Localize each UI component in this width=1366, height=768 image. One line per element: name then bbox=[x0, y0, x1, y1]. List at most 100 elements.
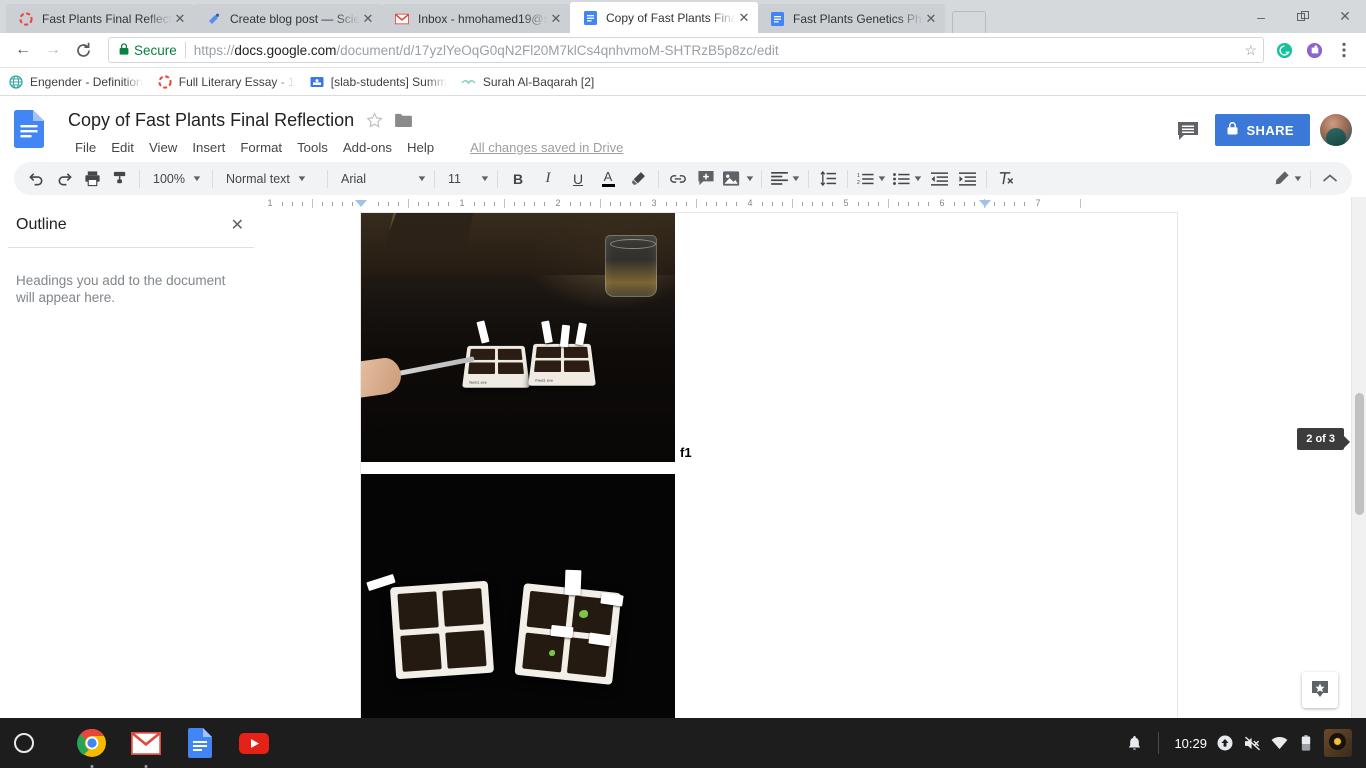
docs-header-actions: SHARE bbox=[1171, 106, 1352, 162]
minimize-button[interactable]: – bbox=[1240, 0, 1282, 33]
glass-of-liquid bbox=[605, 235, 657, 297]
scrollbar-thumb[interactable] bbox=[1355, 393, 1364, 515]
chevron-down-icon: ▼ bbox=[876, 174, 887, 183]
save-status[interactable]: All changes saved in Drive bbox=[470, 140, 623, 155]
extension-puzzle-icon[interactable] bbox=[1300, 36, 1328, 64]
bookmark-full-literary-essay[interactable]: Full Literary Essay - 1 bbox=[157, 74, 295, 90]
underline-button[interactable]: U bbox=[563, 166, 593, 192]
menu-edit[interactable]: Edit bbox=[104, 138, 141, 157]
google-docs-icon bbox=[188, 728, 212, 758]
vertical-scrollbar[interactable] bbox=[1351, 197, 1366, 718]
comment-icon[interactable] bbox=[1171, 114, 1205, 148]
explore-button[interactable] bbox=[1302, 672, 1338, 708]
bookmark-surah-al-baqarah[interactable]: Surah Al-Baqarah [2] bbox=[461, 74, 594, 90]
site-security-chip[interactable]: Secure bbox=[119, 43, 177, 58]
bookmark-slab-students[interactable]: [slab-students] Summ bbox=[309, 74, 447, 90]
paragraph-style-selector[interactable]: Normal text ▼ bbox=[218, 166, 322, 192]
move-to-folder-icon[interactable] bbox=[395, 113, 412, 127]
font-size-selector[interactable]: 11 ▼ bbox=[440, 166, 492, 192]
browser-tab-2[interactable]: Inbox - hmohamed19@s ✕ bbox=[382, 4, 570, 33]
line-spacing-icon[interactable] bbox=[814, 166, 842, 192]
left-indent-marker[interactable] bbox=[355, 200, 367, 207]
menu-file[interactable]: File bbox=[68, 138, 103, 157]
add-comment-icon[interactable] bbox=[692, 166, 720, 192]
launcher-circle-icon[interactable] bbox=[14, 733, 34, 753]
highlight-pen-icon[interactable] bbox=[623, 166, 653, 192]
menu-insert[interactable]: Insert bbox=[185, 138, 232, 157]
tab-close-icon[interactable]: ✕ bbox=[360, 11, 376, 27]
bulleted-list-icon[interactable]: ▼ bbox=[889, 166, 925, 192]
share-button[interactable]: SHARE bbox=[1215, 114, 1310, 146]
tab-close-icon[interactable]: ✕ bbox=[548, 11, 564, 27]
insert-image-icon[interactable]: ▼ bbox=[720, 166, 756, 192]
browser-tab-3-active[interactable]: Copy of Fast Plants Fina ✕ bbox=[570, 2, 758, 33]
paint-format-icon[interactable] bbox=[106, 166, 134, 192]
new-tab-button[interactable] bbox=[952, 11, 986, 33]
shelf-app-gmail[interactable] bbox=[130, 727, 162, 759]
horizontal-ruler[interactable]: 1 1 2 bbox=[262, 197, 1348, 213]
address-bar[interactable]: Secure https://docs.google.com/document/… bbox=[108, 37, 1264, 63]
browser-tab-0[interactable]: Fast Plants Final Reflecti ✕ bbox=[6, 4, 194, 33]
close-button[interactable]: ✕ bbox=[1324, 0, 1366, 33]
loading-spinner-icon bbox=[157, 74, 173, 90]
user-avatar-thumbnail[interactable] bbox=[1324, 729, 1352, 757]
text-color-button[interactable]: A bbox=[593, 166, 623, 192]
shelf-app-youtube[interactable] bbox=[238, 727, 270, 759]
shelf-app-docs[interactable] bbox=[184, 727, 216, 759]
maximize-button[interactable] bbox=[1282, 0, 1324, 33]
menu-add-ons[interactable]: Add-ons bbox=[336, 138, 399, 157]
print-icon[interactable] bbox=[78, 166, 106, 192]
shelf-app-chrome[interactable] bbox=[76, 727, 108, 759]
chrome-menu-icon[interactable] bbox=[1330, 36, 1358, 64]
font-selector[interactable]: Arial ▼ bbox=[333, 166, 429, 192]
clear-formatting-icon[interactable] bbox=[992, 166, 1020, 192]
cloud-upload-icon[interactable] bbox=[1216, 734, 1234, 752]
tab-close-icon[interactable]: ✕ bbox=[736, 10, 752, 26]
collapse-chevron-icon[interactable] bbox=[1316, 166, 1344, 192]
right-indent-marker[interactable] bbox=[979, 200, 991, 207]
google-docs-logo-icon[interactable] bbox=[14, 106, 54, 162]
grammarly-extension-icon[interactable] bbox=[1270, 36, 1298, 64]
italic-button[interactable]: I bbox=[533, 166, 563, 192]
browser-tab-1[interactable]: Create blog post — Scien ✕ bbox=[194, 4, 382, 33]
clock[interactable]: 10:29 bbox=[1174, 736, 1207, 751]
battery-icon[interactable] bbox=[1297, 734, 1315, 752]
zoom-selector[interactable]: 100% ▼ bbox=[145, 166, 207, 192]
avatar[interactable] bbox=[1320, 114, 1352, 146]
editing-pencil-icon[interactable]: ▼ bbox=[1269, 166, 1305, 192]
bookmark-engender[interactable]: Engender - Definition bbox=[8, 74, 143, 90]
bell-icon[interactable] bbox=[1125, 734, 1143, 752]
volume-muted-icon[interactable] bbox=[1243, 734, 1261, 752]
menu-format[interactable]: Format bbox=[233, 138, 289, 157]
ruler-number: 6 bbox=[939, 198, 944, 208]
redo-icon[interactable] bbox=[50, 166, 78, 192]
insert-link-icon[interactable] bbox=[664, 166, 692, 192]
tab-close-icon[interactable]: ✕ bbox=[172, 11, 188, 27]
decrease-indent-icon[interactable] bbox=[925, 166, 953, 192]
forward-button[interactable]: → bbox=[38, 35, 68, 65]
menu-view[interactable]: View bbox=[142, 138, 184, 157]
reload-button[interactable] bbox=[68, 35, 98, 65]
bookmark-label: Full Literary Essay - 1 bbox=[179, 75, 295, 89]
star-outline-icon[interactable] bbox=[366, 112, 383, 129]
document-image-1[interactable]: Neb1 ere Fwd1 ere bbox=[361, 213, 675, 462]
youtube-icon bbox=[239, 733, 269, 754]
document-page[interactable]: Neb1 ere Fwd1 ere bbox=[361, 213, 1177, 718]
document-title[interactable]: Copy of Fast Plants Final Reflection bbox=[68, 110, 354, 131]
close-icon[interactable]: ✕ bbox=[231, 215, 244, 235]
undo-icon[interactable] bbox=[22, 166, 50, 192]
increase-indent-icon[interactable] bbox=[953, 166, 981, 192]
bookmark-star-icon[interactable]: ☆ bbox=[1236, 42, 1257, 59]
numbered-list-icon[interactable]: 12 ▼ bbox=[853, 166, 889, 192]
wifi-icon[interactable] bbox=[1270, 734, 1288, 752]
document-canvas[interactable]: 1 1 2 bbox=[262, 197, 1366, 718]
document-image-2[interactable] bbox=[361, 474, 675, 718]
align-left-icon[interactable]: ▼ bbox=[767, 166, 803, 192]
browser-tab-4[interactable]: Fast Plants Genetics Pho ✕ bbox=[757, 4, 945, 33]
bold-button[interactable]: B bbox=[503, 166, 533, 192]
tab-close-icon[interactable]: ✕ bbox=[923, 11, 939, 27]
back-button[interactable]: ← bbox=[8, 35, 38, 65]
system-tray[interactable]: 10:29 bbox=[1125, 729, 1366, 757]
menu-tools[interactable]: Tools bbox=[290, 138, 335, 157]
menu-help[interactable]: Help bbox=[400, 138, 441, 157]
